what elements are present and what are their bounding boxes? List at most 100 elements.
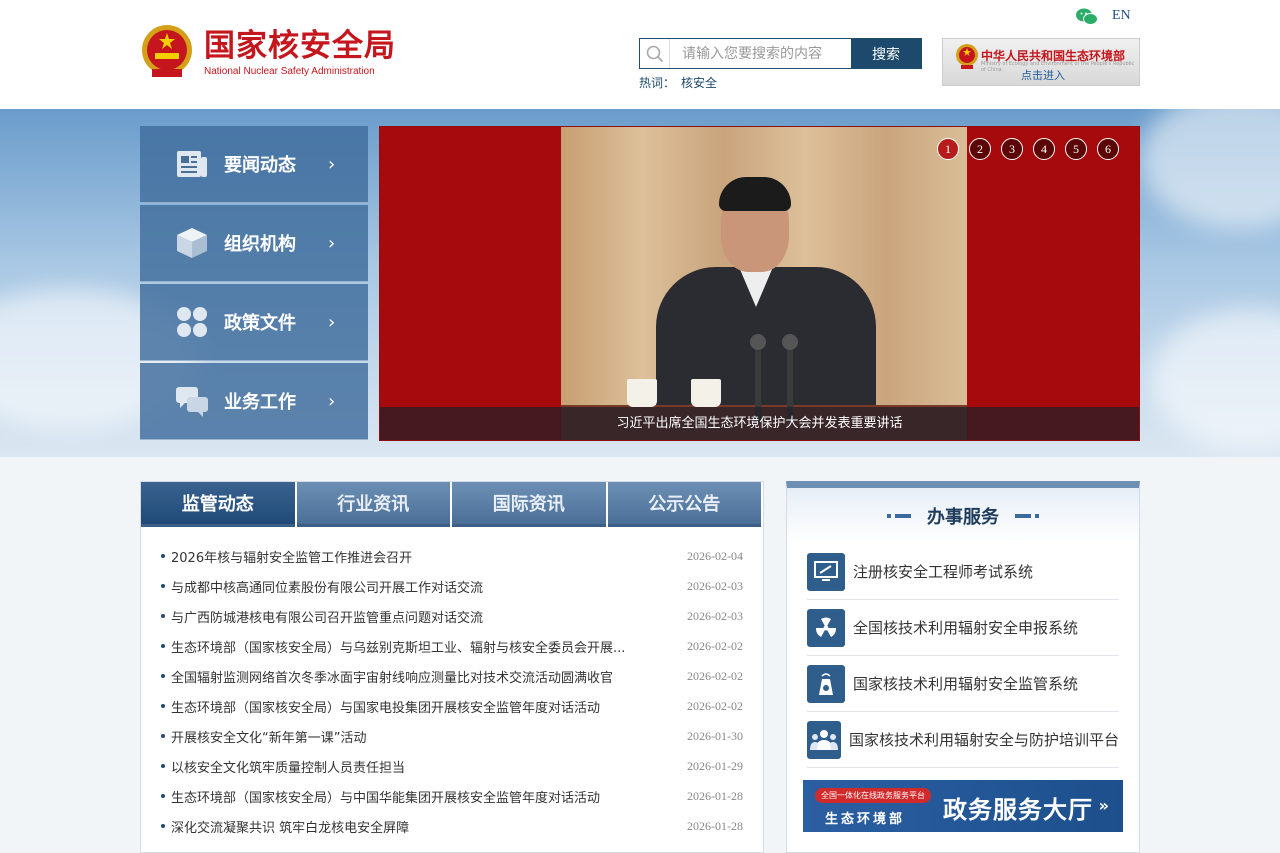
nav-label: 要闻动态 bbox=[224, 155, 296, 176]
service-header: 办事服务 bbox=[787, 488, 1139, 544]
nav-label: 政策文件 bbox=[224, 313, 296, 334]
photo-microphone-head bbox=[750, 334, 766, 350]
list-item[interactable]: 与广西防城港核电有限公司召开监管重点问题对话交流 2026-02-03 bbox=[141, 601, 763, 631]
service-item-training[interactable]: 国家核技术利用辐射安全与防护培训平台 bbox=[807, 712, 1119, 768]
slider-dot[interactable]: 1 bbox=[937, 138, 959, 160]
bullet-icon bbox=[161, 734, 165, 738]
cloud-decoration bbox=[1150, 309, 1280, 449]
side-nav: 要闻动态 › 组织机构 › 政策文件 › 业务工作 › bbox=[140, 126, 368, 442]
list-item[interactable]: 生态环境部（国家核安全局）与国家电投集团开展核安全监管年度对话活动 2026-02… bbox=[141, 691, 763, 721]
service-label: 国家核技术利用辐射安全与防护培训平台 bbox=[848, 731, 1119, 749]
english-link[interactable]: EN bbox=[1112, 8, 1131, 24]
bullet-icon bbox=[161, 614, 165, 618]
news-panel: 监管动态 行业资讯 国际资讯 公示公告 2026年核与辐射安全监管工作推进会召开… bbox=[140, 481, 764, 853]
slider-dot[interactable]: 4 bbox=[1033, 138, 1055, 160]
chat-bubbles-icon bbox=[176, 387, 208, 417]
search-button[interactable]: 搜索 bbox=[851, 39, 921, 68]
radiation-icon bbox=[807, 608, 845, 647]
slider-dot[interactable]: 2 bbox=[969, 138, 991, 160]
chevron-right-icon: › bbox=[328, 154, 336, 175]
news-title[interactable]: 生态环境部（国家核安全局）与乌兹别克斯坦工业、辐射与核安全委员会开展... bbox=[171, 637, 631, 656]
site-header: 国家核安全局 National Nuclear Safety Administr… bbox=[0, 0, 1280, 109]
news-title[interactable]: 2026年核与辐射安全监管工作推进会召开 bbox=[171, 547, 631, 566]
news-title[interactable]: 全国辐射监测网络首次冬季冰面宇宙射线响应测量比对技术交流活动圆满收官 bbox=[171, 667, 631, 686]
service-item-supervision[interactable]: 国家核技术利用辐射安全监管系统 bbox=[807, 656, 1119, 712]
slider-dot[interactable]: 6 bbox=[1097, 138, 1119, 160]
double-chevron-right-icon: » bbox=[1098, 796, 1109, 815]
photo-cup bbox=[691, 379, 721, 407]
news-date: 2026-02-02 bbox=[687, 698, 743, 713]
banner-tag: 全国一体化在线政务服务平台 bbox=[815, 788, 931, 803]
tab-public-notices[interactable]: 公示公告 bbox=[607, 482, 761, 527]
news-date: 2026-02-03 bbox=[687, 608, 743, 623]
bullet-icon bbox=[161, 554, 165, 558]
logo-subtitle: National Nuclear Safety Administration bbox=[204, 65, 375, 77]
news-title[interactable]: 深化交流凝聚共识 筑牢白龙核电安全屏障 bbox=[171, 817, 631, 836]
list-item[interactable]: 与成都中核高通同位素股份有限公司开展工作对话交流 2026-02-03 bbox=[141, 571, 763, 601]
bullet-icon bbox=[161, 584, 165, 588]
nav-item-organization[interactable]: 组织机构 › bbox=[140, 205, 368, 282]
bullet-icon bbox=[161, 674, 165, 678]
mee-banner-link[interactable]: 中华人民共和国生态环境部 Ministry of Ecology and Env… bbox=[942, 38, 1140, 86]
news-date: 2026-01-29 bbox=[687, 758, 743, 773]
logo-title: 国家核安全局 bbox=[204, 27, 396, 64]
nav-label: 组织机构 bbox=[224, 234, 296, 255]
exam-monitor-icon bbox=[807, 552, 845, 591]
bullet-icon bbox=[161, 704, 165, 708]
list-item[interactable]: 2026年核与辐射安全监管工作推进会召开 2026-02-04 bbox=[141, 541, 763, 571]
news-title[interactable]: 生态环境部（国家核安全局）与国家电投集团开展核安全监管年度对话活动 bbox=[171, 697, 631, 716]
service-label: 注册核安全工程师考试系统 bbox=[853, 563, 1034, 581]
list-item[interactable]: 开展核安全文化“新年第一课”活动 2026-01-30 bbox=[141, 721, 763, 751]
wechat-icon[interactable] bbox=[1076, 8, 1098, 26]
search-input[interactable] bbox=[670, 39, 851, 68]
tab-international-news[interactable]: 国际资讯 bbox=[452, 482, 606, 527]
slider-pagination: 1 2 3 4 5 6 bbox=[927, 138, 1119, 160]
news-tabs: 监管动态 行业资讯 国际资讯 公示公告 bbox=[141, 482, 763, 527]
title-decoration bbox=[885, 514, 913, 518]
list-item[interactable]: 生态环境部（国家核安全局）与乌兹别克斯坦工业、辐射与核安全委员会开展... 202… bbox=[141, 631, 763, 661]
news-title[interactable]: 以核安全文化筑牢质量控制人员责任担当 bbox=[171, 757, 631, 776]
nav-item-news[interactable]: 要闻动态 › bbox=[140, 126, 368, 203]
site-logo[interactable]: 国家核安全局 National Nuclear Safety Administr… bbox=[140, 22, 400, 82]
gov-service-hall-banner[interactable]: 全国一体化在线政务服务平台 生态环境部 政务服务大厅 » bbox=[803, 780, 1123, 832]
tab-regulation-news[interactable]: 监管动态 bbox=[141, 482, 295, 527]
chevron-right-icon: › bbox=[328, 233, 336, 254]
list-item[interactable]: 以核安全文化筑牢质量控制人员责任担当 2026-01-29 bbox=[141, 751, 763, 781]
cloud-decoration bbox=[1140, 109, 1280, 229]
cube-icon bbox=[177, 228, 207, 258]
national-emblem-icon bbox=[142, 25, 192, 77]
service-item-exam[interactable]: 注册核安全工程师考试系统 bbox=[807, 544, 1119, 600]
news-slider[interactable]: 习近平出席全国生态环境保护大会并发表重要讲话 1 2 3 4 5 6 bbox=[379, 126, 1140, 441]
nav-item-business[interactable]: 业务工作 › bbox=[140, 363, 368, 440]
slider-dot[interactable]: 3 bbox=[1001, 138, 1023, 160]
news-title[interactable]: 与广西防城港核电有限公司召开监管重点问题对话交流 bbox=[171, 607, 631, 626]
service-panel: 办事服务 注册核安全工程师考试系统 全国核技术利用辐射安全申报系统 国家核技术利… bbox=[786, 481, 1140, 853]
service-label: 全国核技术利用辐射安全申报系统 bbox=[853, 619, 1079, 637]
slider-dot[interactable]: 5 bbox=[1065, 138, 1087, 160]
hot-word-link[interactable]: 核安全 bbox=[681, 76, 717, 90]
news-date: 2026-02-02 bbox=[687, 638, 743, 653]
news-list: 2026年核与辐射安全监管工作推进会召开 2026-02-04 与成都中核高通同位… bbox=[141, 527, 763, 841]
news-title[interactable]: 与成都中核高通同位素股份有限公司开展工作对话交流 bbox=[171, 577, 631, 596]
slide-caption[interactable]: 习近平出席全国生态环境保护大会并发表重要讲话 bbox=[380, 407, 1139, 440]
news-title[interactable]: 开展核安全文化“新年第一课”活动 bbox=[171, 727, 631, 746]
list-item[interactable]: 全国辐射监测网络首次冬季冰面宇宙射线响应测量比对技术交流活动圆满收官 2026-0… bbox=[141, 661, 763, 691]
news-title[interactable]: 生态环境部（国家核安全局）与中国华能集团开展核安全监管年度对话活动 bbox=[171, 787, 631, 806]
bullet-icon bbox=[161, 794, 165, 798]
list-item[interactable]: 生态环境部（国家核安全局）与中国华能集团开展核安全监管年度对话活动 2026-01… bbox=[141, 781, 763, 811]
list-item[interactable]: 深化交流凝聚共识 筑牢白龙核电安全屏障 2026-01-28 bbox=[141, 811, 763, 841]
bullet-icon bbox=[161, 824, 165, 828]
people-training-icon bbox=[807, 720, 841, 759]
title-decoration bbox=[1013, 514, 1041, 518]
chevron-right-icon: › bbox=[328, 391, 336, 412]
news-date: 2026-01-30 bbox=[687, 728, 743, 743]
tab-industry-news[interactable]: 行业资讯 bbox=[296, 482, 450, 527]
banner-title: 政务服务大厅 bbox=[943, 796, 1093, 824]
news-date: 2026-02-03 bbox=[687, 578, 743, 593]
nav-item-policy[interactable]: 政策文件 › bbox=[140, 284, 368, 361]
banner-ministry: 生态环境部 bbox=[825, 812, 906, 827]
bullet-icon bbox=[161, 644, 165, 648]
mee-emblem-icon bbox=[956, 44, 978, 69]
mee-enter-link[interactable]: 点击进入 bbox=[1021, 67, 1065, 83]
service-item-declaration[interactable]: 全国核技术利用辐射安全申报系统 bbox=[807, 600, 1119, 656]
